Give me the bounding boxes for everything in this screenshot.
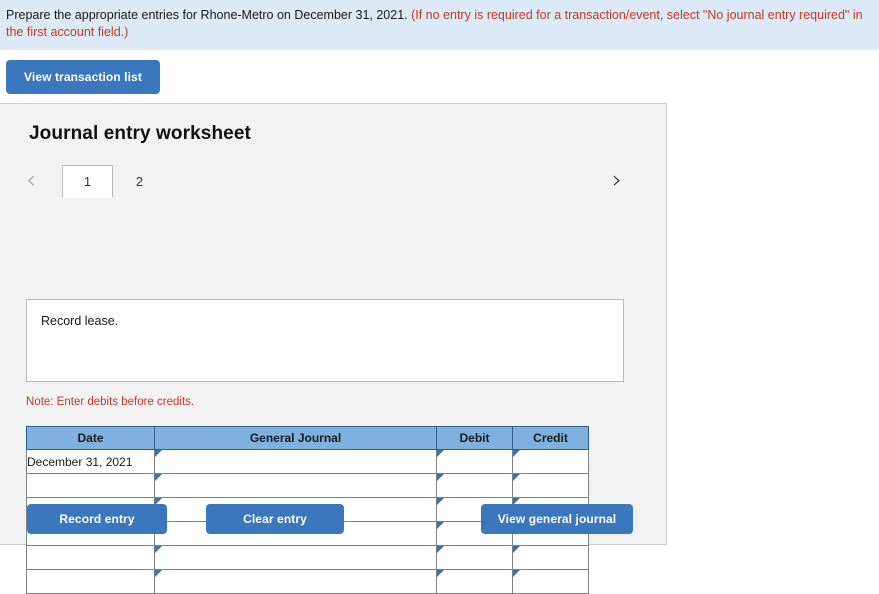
credit-input[interactable] [512,545,589,570]
column-header-credit: Credit [512,426,589,450]
tab-entry-1[interactable]: 1 [62,165,113,198]
credit-input[interactable] [512,569,589,594]
cell-date [26,545,155,570]
chevron-left-icon[interactable]: ‹ [26,167,36,193]
account-name-select[interactable] [154,569,437,594]
debit-input[interactable] [436,545,513,570]
page-title: Journal entry worksheet [29,123,251,144]
chevron-right-icon[interactable]: › [612,167,622,193]
debit-input[interactable] [436,449,513,474]
table-header-row: Date General Journal Debit Credit [26,426,589,450]
debit-input[interactable] [436,569,513,594]
account-name-select[interactable] [154,473,437,498]
credit-input[interactable] [512,449,589,474]
record-entry-button[interactable]: Record entry [27,504,167,534]
table-row [26,569,589,594]
cell-date: December 31, 2021 [26,449,155,474]
toolbar: View transaction list [0,50,879,105]
account-name-select[interactable] [154,449,437,474]
view-general-journal-button[interactable]: View general journal [481,504,633,534]
column-header-date: Date [26,426,155,450]
column-header-debit: Debit [436,426,513,450]
table-row: December 31, 2021 [26,449,589,474]
entry-description-text: Record lease. [41,314,119,328]
cell-date [26,569,155,594]
cell-date [26,473,155,498]
worksheet-tab-strip: ‹ 1 2 › [0,163,666,198]
action-bar: Record entry Clear entry View general jo… [0,502,667,546]
credit-input[interactable] [512,473,589,498]
account-name-select[interactable] [154,545,437,570]
table-row [26,545,589,570]
debit-input[interactable] [436,473,513,498]
debits-before-credits-note: Note: Enter debits before credits. [26,396,195,408]
clear-entry-button[interactable]: Clear entry [206,504,344,534]
instruction-text: Prepare the appropriate entries for Rhon… [6,8,412,22]
column-header-general-journal: General Journal [154,426,437,450]
instruction-banner: Prepare the appropriate entries for Rhon… [0,0,879,50]
journal-table-header: Date General Journal Debit Credit [26,426,589,450]
tab-entry-2[interactable]: 2 [114,165,165,198]
journal-entry-worksheet-panel: Journal entry worksheet ‹ 1 2 › Record l… [0,103,667,594]
entry-description-box: Record lease. [26,299,624,382]
table-row [26,473,589,498]
view-transaction-list-button[interactable]: View transaction list [6,60,160,94]
